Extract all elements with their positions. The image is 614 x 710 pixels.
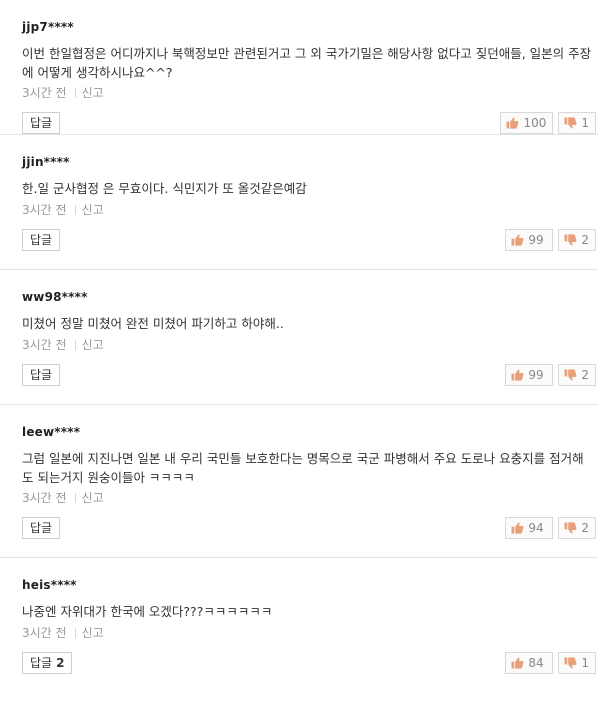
dislike-count: 2 [581, 521, 589, 535]
comment-user-id: heis**** [22, 578, 77, 592]
vote-group: 99 2 [505, 364, 596, 386]
comment-meta: 3시간 전 신고 [22, 624, 104, 641]
comment-time: 3시간 전 [22, 86, 67, 100]
reply-button[interactable]: 답글 [22, 229, 61, 251]
like-button[interactable]: 99 [505, 364, 554, 386]
comment-text: 미쳤어 정말 미쳤어 완전 미쳤어 파기하고 하야해.. [22, 316, 284, 331]
comment-item: heis**** 나중엔 자위대가 한국에 오겠다???ㅋㅋㅋㅋㅋㅋ 3시간 전… [0, 558, 598, 710]
comment-time: 3시간 전 [22, 203, 67, 217]
comment-text: 나중엔 자위대가 한국에 오겠다???ㅋㅋㅋㅋㅋㅋ [22, 604, 273, 619]
reply-button-label: 답글 [30, 656, 53, 670]
like-count: 99 [528, 233, 544, 247]
meta-divider [74, 339, 76, 350]
meta-divider [74, 204, 76, 215]
comment-user-id: jjin**** [22, 155, 70, 169]
reply-button-label: 답글 [30, 521, 53, 535]
comment-item: jjp7**** 이번 한일협정은 어디까지나 북핵정보만 관련된거고 그 외 … [0, 0, 598, 135]
comment-time: 3시간 전 [22, 338, 67, 352]
thumbs-down-icon [564, 369, 577, 381]
like-count: 94 [528, 521, 544, 535]
comment-meta: 3시간 전 신고 [22, 201, 104, 218]
comment-meta: 3시간 전 신고 [22, 489, 104, 506]
dislike-button[interactable]: 1 [558, 112, 596, 134]
dislike-button[interactable]: 2 [558, 364, 596, 386]
meta-divider [74, 492, 76, 503]
like-count: 100 [523, 116, 547, 130]
comment-time: 3시간 전 [22, 626, 67, 640]
meta-divider [74, 87, 76, 98]
dislike-button[interactable]: 2 [558, 229, 596, 251]
dislike-button[interactable]: 1 [558, 652, 596, 674]
report-link[interactable]: 신고 [82, 624, 104, 641]
dislike-count: 2 [581, 368, 589, 382]
dislike-button[interactable]: 2 [558, 517, 596, 539]
meta-divider [74, 627, 76, 638]
reply-button-label: 답글 [30, 116, 53, 130]
comment-item: leew**** 그럼 일본에 지진나면 일본 내 우리 국민들 보호한다는 명… [0, 405, 598, 558]
comment-user-id: leew**** [22, 425, 81, 439]
thumbs-down-icon [564, 234, 577, 246]
reply-count: 2 [56, 656, 65, 670]
thumbs-down-icon [564, 657, 577, 669]
reply-button[interactable]: 답글 [22, 112, 61, 134]
reply-button[interactable]: 답글 [22, 364, 61, 386]
reply-button[interactable]: 답글 2 [22, 652, 73, 674]
thumbs-up-icon [506, 117, 519, 129]
like-count: 84 [528, 656, 544, 670]
comment-meta: 3시간 전 신고 [22, 84, 104, 101]
like-button[interactable]: 84 [505, 652, 554, 674]
vote-group: 84 1 [505, 652, 596, 674]
like-button[interactable]: 100 [500, 112, 554, 134]
comment-item: ww98**** 미쳤어 정말 미쳤어 완전 미쳤어 파기하고 하야해.. 3시… [0, 270, 598, 405]
like-button[interactable]: 94 [505, 517, 554, 539]
comment-text: 한.일 군사협정 은 무효이다. 식민지가 또 올것같은예감 [22, 181, 307, 196]
dislike-count: 1 [581, 656, 589, 670]
report-link[interactable]: 신고 [82, 84, 104, 101]
thumbs-down-icon [564, 117, 577, 129]
reply-button-label: 답글 [30, 368, 53, 382]
dislike-count: 1 [581, 116, 589, 130]
thumbs-up-icon [511, 234, 524, 246]
vote-group: 100 1 [500, 112, 596, 134]
report-link[interactable]: 신고 [82, 201, 104, 218]
comment-user-id: ww98**** [22, 290, 88, 304]
thumbs-up-icon [511, 657, 524, 669]
comment-text: 이번 한일협정은 어디까지나 북핵정보만 관련된거고 그 외 국가기밀은 해당사… [22, 46, 592, 80]
comment-list: jjp7**** 이번 한일협정은 어디까지나 북핵정보만 관련된거고 그 외 … [0, 0, 598, 710]
thumbs-up-icon [511, 369, 524, 381]
comment-meta: 3시간 전 신고 [22, 336, 104, 353]
like-button[interactable]: 99 [505, 229, 554, 251]
vote-group: 94 2 [505, 517, 596, 539]
comment-text: 그럼 일본에 지진나면 일본 내 우리 국민들 보호한다는 명목으로 국군 파병… [22, 451, 584, 485]
comment-time: 3시간 전 [22, 491, 67, 505]
reply-button[interactable]: 답글 [22, 517, 61, 539]
reply-button-label: 답글 [30, 233, 53, 247]
thumbs-up-icon [511, 522, 524, 534]
report-link[interactable]: 신고 [82, 336, 104, 353]
report-link[interactable]: 신고 [82, 489, 104, 506]
comment-user-id: jjp7**** [22, 20, 74, 34]
comment-item: jjin**** 한.일 군사협정 은 무효이다. 식민지가 또 올것같은예감 … [0, 135, 598, 270]
dislike-count: 2 [581, 233, 589, 247]
like-count: 99 [528, 368, 544, 382]
vote-group: 99 2 [505, 229, 596, 251]
thumbs-down-icon [564, 522, 577, 534]
